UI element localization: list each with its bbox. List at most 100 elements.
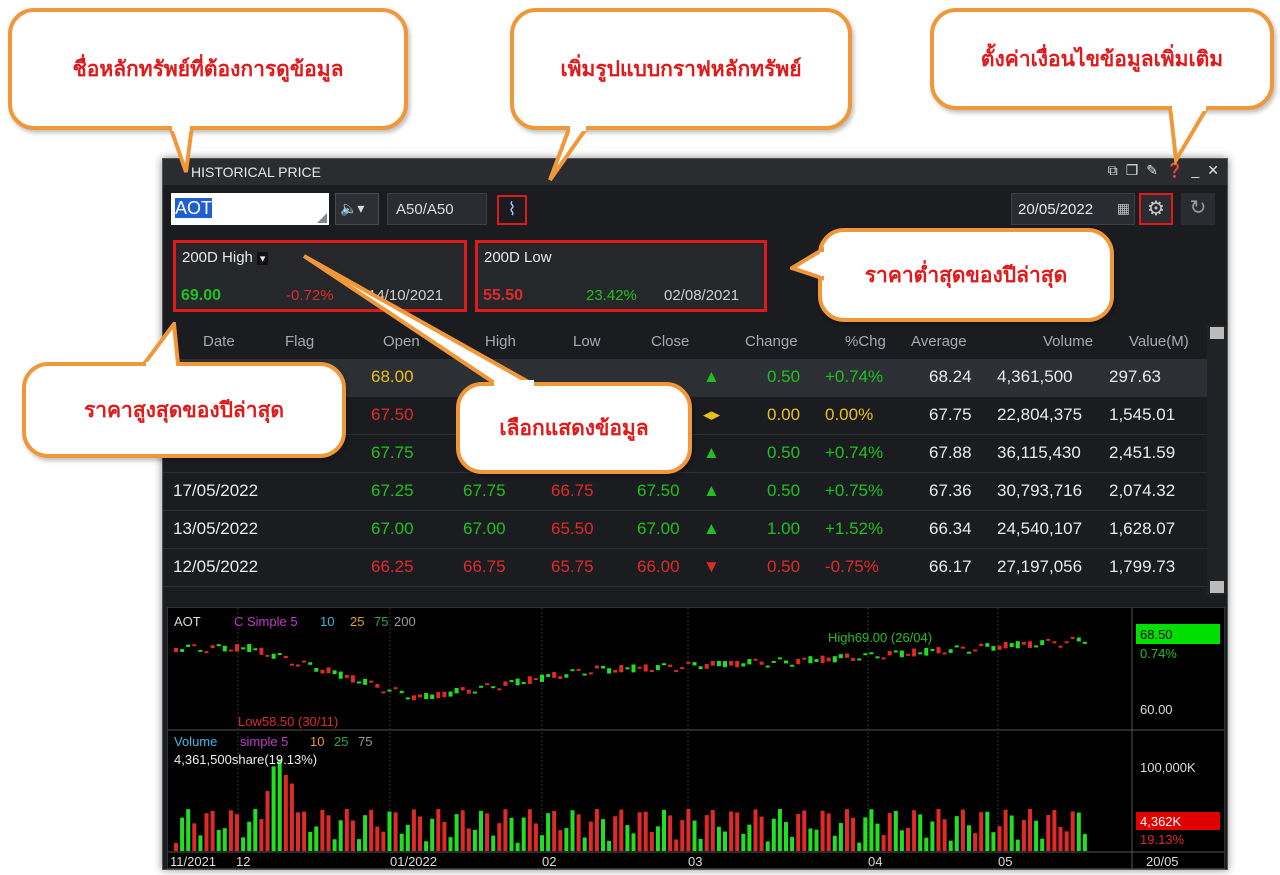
calendar-icon[interactable]: ▦ (1117, 200, 1130, 217)
volume-bar (997, 826, 1002, 851)
price-legend-symbol: AOT (174, 614, 201, 629)
symbol-input[interactable]: AOT (171, 193, 329, 225)
cell-pchg: +0.75% (825, 481, 884, 500)
table-row[interactable]: 12/05/2022 66.25 66.75 65.75 66.00 ▼ 0.50 -0.75… (163, 549, 1207, 587)
price-candle (479, 685, 483, 688)
volume-bar (344, 809, 349, 851)
volume-bar (411, 809, 416, 851)
col-volume[interactable]: Volume (1043, 333, 1093, 350)
price-candle (869, 652, 874, 655)
date-input[interactable]: 20/05/2022 ▦ (1011, 193, 1135, 225)
restore-icon[interactable]: ❐ (1126, 162, 1139, 179)
volume-bar (271, 766, 276, 851)
price-candle (558, 676, 563, 679)
price-candle (411, 695, 416, 701)
volume-bar (1046, 815, 1051, 851)
x-tick-label: 20/05 (1146, 854, 1179, 869)
table-row[interactable]: 13/05/2022 67.00 67.00 65.50 67.00 ▲ 1.00 +1.52… (163, 511, 1207, 549)
col-value[interactable]: Value(M) (1129, 333, 1189, 350)
price-candle (198, 649, 203, 652)
speaker-button[interactable]: 🔈▾ (335, 193, 379, 225)
callout-high-tail (140, 322, 181, 368)
price-candle (930, 648, 935, 651)
col-close[interactable]: Close (651, 333, 689, 350)
price-candle (857, 658, 862, 661)
price-candle (973, 649, 978, 652)
chart-area[interactable]: AOT C Simple 5 10 25 75 200 High69.00 (2… (167, 607, 1225, 870)
volume-bar (326, 815, 331, 851)
price-candle (564, 674, 569, 678)
cell-value: 1,628.07 (1109, 519, 1176, 538)
price-candle (704, 663, 709, 669)
volume-legend-name: Volume (174, 734, 217, 749)
scroll-up-icon[interactable] (1210, 327, 1224, 339)
volume-bar (503, 809, 508, 851)
volume-bar (771, 818, 776, 851)
price-candle (997, 645, 1002, 650)
price-candle (1015, 641, 1020, 649)
volume-bar (704, 815, 709, 851)
col-low[interactable]: Low (573, 333, 601, 350)
price-candle (588, 672, 593, 675)
volume-bar (643, 811, 648, 851)
volume-bar (466, 828, 471, 851)
cell-change: 0.50 (767, 443, 801, 462)
col-change[interactable]: Change (745, 333, 798, 350)
settings-button[interactable]: ⚙ (1139, 193, 1173, 225)
callout-chart: เพิ่มรูปแบบกราฟหลักทรัพย์ (510, 8, 852, 130)
toolbar: AOT 🔈▾ A50/A50 ⌇ 20/05/2022 ▦ ⚙ ↻ (163, 185, 1227, 233)
volume-bar (375, 826, 380, 851)
price-candle (393, 687, 398, 690)
volume-legend-p2: 10 (310, 734, 324, 749)
volume-bar (350, 820, 355, 851)
add-chart-type-button[interactable]: ⌇ (497, 195, 527, 225)
col-date[interactable]: Date (203, 333, 235, 350)
cell-dir: ▲ (703, 481, 720, 500)
callout-select-tail (302, 254, 540, 388)
pin-icon[interactable]: ✎ (1146, 162, 1158, 179)
refresh-button[interactable]: ↻ (1181, 193, 1215, 225)
price-candle (277, 653, 282, 656)
volume-bar (808, 828, 813, 851)
cell-high: 67.75 (463, 481, 506, 500)
price-candle (253, 648, 258, 651)
price-candle (777, 657, 782, 660)
price-candle (296, 664, 300, 667)
price-candle (747, 659, 752, 665)
table-row[interactable]: 17/05/2022 67.25 67.75 66.75 67.50 ▲ 0.50 +0.75… (163, 473, 1207, 511)
volume-bar (918, 814, 923, 851)
high-select-dropdown[interactable]: ▾ (256, 251, 269, 265)
volume-bar (369, 809, 374, 851)
price-candle (235, 644, 239, 652)
price-candle (649, 670, 654, 673)
table-scrollbar[interactable] (1207, 325, 1227, 595)
volume-bar (302, 811, 307, 851)
volume-bar (277, 759, 282, 851)
scroll-down-icon[interactable] (1210, 581, 1224, 593)
callout-high: ราคาสูงสุดของปีล่าสุด (22, 362, 346, 458)
col-pchg[interactable]: %Chg (845, 333, 886, 350)
price-candle (320, 669, 325, 674)
col-average[interactable]: Average (911, 333, 967, 350)
volume-bar (625, 825, 630, 851)
price-candle (192, 644, 197, 647)
volume-bar (241, 837, 246, 851)
price-candle (637, 666, 642, 669)
volume-bar (875, 823, 880, 851)
price-legend-p4: 75 (374, 614, 388, 629)
price-candle (472, 691, 477, 694)
volume-bar (851, 817, 856, 851)
price-candle (540, 674, 544, 682)
price-candle (1076, 637, 1081, 642)
market-selector[interactable]: A50/A50 (387, 193, 487, 225)
external-link-icon[interactable]: ⧉ (1108, 162, 1118, 179)
cell-avg: 67.88 (929, 443, 972, 462)
volume-annotation: 4,361,500share(19.13%) (174, 752, 317, 767)
callout-symbol-tail (167, 126, 195, 173)
volume-bar (832, 835, 837, 851)
volume-bar (222, 828, 227, 851)
callout-select: เลือกแสดงข้อมูล (456, 382, 692, 474)
price-candle (308, 662, 313, 665)
price-volume-chart[interactable]: AOT C Simple 5 10 25 75 200 High69.00 (2… (168, 608, 1224, 870)
volume-bar (210, 810, 215, 851)
